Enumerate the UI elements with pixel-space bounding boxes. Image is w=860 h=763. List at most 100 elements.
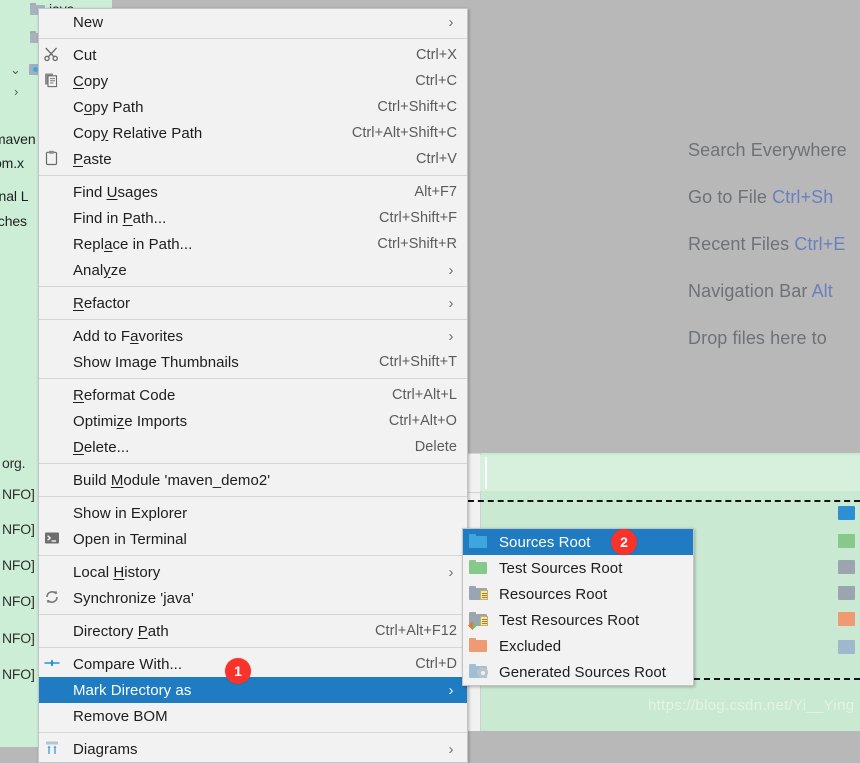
menu-item-accelerator: Ctrl+X bbox=[416, 47, 457, 63]
paste-icon bbox=[43, 150, 65, 168]
menu-item-label: Show Image Thumbnails bbox=[73, 353, 239, 371]
editor-placeholder-hints: Search Everywhere Go to File Ctrl+Sh Rec… bbox=[688, 140, 860, 375]
menu-item-find-usages[interactable]: Find Usages Alt+F7 bbox=[39, 179, 467, 205]
menu-item-local-history[interactable]: Local History › bbox=[39, 559, 467, 585]
no-icon bbox=[43, 412, 65, 430]
menu-item-copy[interactable]: Copy Ctrl+C bbox=[39, 68, 467, 94]
no-icon bbox=[43, 438, 65, 456]
submenu-arrow-icon: › bbox=[448, 681, 454, 699]
menu-item-paste[interactable]: Paste Ctrl+V bbox=[39, 146, 467, 172]
menu-item-copy-path[interactable]: Copy Path Ctrl+Shift+C bbox=[39, 94, 467, 120]
chevron-down-icon[interactable]: ⌄ bbox=[10, 63, 21, 76]
menu-item-reformat-code[interactable]: Reformat Code Ctrl+Alt+L bbox=[39, 382, 467, 408]
menu-item-add-to-favorites[interactable]: Add to Favorites › bbox=[39, 323, 467, 349]
menu-item-show-in-explorer[interactable]: Show in Explorer bbox=[39, 500, 467, 526]
menu-item-label: Remove BOM bbox=[73, 707, 168, 725]
menu-item-directory-path[interactable]: Directory Path Ctrl+Alt+F12 bbox=[39, 618, 467, 644]
menu-item-label: Find Usages bbox=[73, 183, 158, 201]
console-current-line bbox=[480, 455, 860, 491]
menu-separator bbox=[39, 378, 467, 379]
menu-item-accelerator: Ctrl+Shift+F bbox=[379, 210, 457, 226]
tree-item-4[interactable]: › bbox=[14, 80, 18, 102]
menu-item-copy-relative-path[interactable]: Copy Relative Path Ctrl+Alt+Shift+C bbox=[39, 120, 467, 146]
watermark: https://blog.csdn.net/Yi__Ying bbox=[648, 697, 855, 714]
diagram-icon bbox=[43, 740, 65, 758]
resources-folder-icon bbox=[469, 586, 489, 602]
menu-separator bbox=[39, 614, 467, 615]
submenu-item-label: Test Resources Root bbox=[499, 611, 640, 629]
submenu-arrow-icon: › bbox=[448, 294, 454, 312]
menu-separator bbox=[39, 38, 467, 39]
menu-item-build-module[interactable]: Build Module 'maven_demo2' bbox=[39, 467, 467, 493]
menu-item-synchronize[interactable]: Synchronize 'java' bbox=[39, 585, 467, 611]
copy-icon bbox=[43, 72, 65, 90]
no-icon bbox=[43, 98, 65, 116]
tree-item-external-libraries[interactable]: rnal L bbox=[0, 185, 29, 207]
terminal-icon bbox=[43, 530, 65, 548]
console-separator bbox=[468, 500, 860, 502]
menu-item-diagrams[interactable]: Diagrams › bbox=[39, 736, 467, 762]
menu-item-new[interactable]: New › bbox=[39, 9, 467, 35]
tree-item-scratches[interactable]: tches bbox=[0, 210, 27, 232]
menu-item-label: Replace in Path... bbox=[73, 235, 193, 253]
no-icon bbox=[43, 707, 65, 725]
menu-item-delete[interactable]: Delete... Delete bbox=[39, 434, 467, 460]
menu-item-compare-with[interactable]: Compare With... Ctrl+D bbox=[39, 651, 467, 677]
menu-separator bbox=[39, 286, 467, 287]
menu-item-label: Synchronize 'java' bbox=[73, 589, 194, 607]
submenu-item-sources-root[interactable]: Sources Root bbox=[463, 529, 693, 555]
menu-item-find-in-path[interactable]: Find in Path... Ctrl+Shift+F bbox=[39, 205, 467, 231]
menu-item-refactor[interactable]: Refactor › bbox=[39, 290, 467, 316]
no-icon bbox=[43, 294, 65, 312]
context-menu[interactable]: New › Cut Ctrl+X Copy Ctrl+C Copy Path C… bbox=[38, 8, 468, 763]
chevron-right-icon[interactable]: › bbox=[14, 85, 18, 98]
menu-item-analyze[interactable]: Analyze › bbox=[39, 257, 467, 283]
menu-item-show-image-thumbnails[interactable]: Show Image Thumbnails Ctrl+Shift+T bbox=[39, 349, 467, 375]
menu-item-accelerator: Ctrl+Alt+L bbox=[392, 387, 457, 403]
submenu-item-resources-root[interactable]: Resources Root bbox=[463, 581, 693, 607]
menu-item-mark-directory-as[interactable]: Mark Directory as › bbox=[39, 677, 467, 703]
menu-item-cut[interactable]: Cut Ctrl+X bbox=[39, 42, 467, 68]
menu-item-accelerator: Delete bbox=[414, 439, 457, 455]
menu-item-label: New bbox=[73, 13, 104, 31]
submenu-item-excluded[interactable]: Excluded bbox=[463, 633, 693, 659]
submenu-item-label: Generated Sources Root bbox=[499, 663, 667, 681]
green-folder-icon bbox=[469, 560, 489, 576]
hint-recent-files: Recent Files Ctrl+E bbox=[688, 234, 846, 254]
orange-folder-icon bbox=[469, 638, 489, 654]
log-line: NFO] bbox=[2, 666, 35, 682]
tree-item-pom[interactable]: om.x bbox=[0, 152, 24, 174]
no-icon bbox=[43, 235, 65, 253]
gray-folder-icon bbox=[838, 586, 855, 600]
hint-drop-files: Drop files here to bbox=[688, 328, 827, 348]
menu-separator bbox=[39, 175, 467, 176]
no-icon bbox=[43, 327, 65, 345]
mark-directory-as-submenu[interactable]: Sources Root Test Sources Root Resources… bbox=[462, 528, 694, 686]
submenu-arrow-icon: › bbox=[448, 261, 454, 279]
menu-item-label: Show in Explorer bbox=[73, 504, 188, 522]
menu-item-replace-in-path[interactable]: Replace in Path... Ctrl+Shift+R bbox=[39, 231, 467, 257]
menu-item-accelerator: Alt+F7 bbox=[414, 184, 457, 200]
menu-item-label: Mark Directory as bbox=[73, 681, 192, 699]
no-icon bbox=[43, 261, 65, 279]
menu-item-remove-bom[interactable]: Remove BOM bbox=[39, 703, 467, 729]
menu-item-accelerator: Ctrl+Alt+O bbox=[388, 413, 457, 429]
menu-item-label: Find in Path... bbox=[73, 209, 167, 227]
menu-item-label: Local History bbox=[73, 563, 161, 581]
menu-item-accelerator: Ctrl+Shift+T bbox=[379, 354, 457, 370]
menu-item-accelerator: Ctrl+Shift+R bbox=[377, 236, 457, 252]
menu-separator bbox=[39, 496, 467, 497]
menu-item-optimize-imports[interactable]: Optimize Imports Ctrl+Alt+O bbox=[39, 408, 467, 434]
no-icon bbox=[43, 386, 65, 404]
submenu-item-generated-sources-root[interactable]: Generated Sources Root bbox=[463, 659, 693, 685]
sync-icon bbox=[43, 589, 65, 607]
console-separator bbox=[694, 678, 860, 680]
menu-item-label: Cut bbox=[73, 46, 97, 64]
submenu-item-test-resources-root[interactable]: Test Resources Root bbox=[463, 607, 693, 633]
menu-item-label: Open in Terminal bbox=[73, 530, 187, 548]
tree-item-maven[interactable]: maven bbox=[0, 128, 36, 150]
menu-item-label: Analyze bbox=[73, 261, 127, 279]
menu-item-open-in-terminal[interactable]: Open in Terminal bbox=[39, 526, 467, 552]
log-line: NFO] bbox=[2, 593, 35, 609]
submenu-item-test-sources-root[interactable]: Test Sources Root bbox=[463, 555, 693, 581]
